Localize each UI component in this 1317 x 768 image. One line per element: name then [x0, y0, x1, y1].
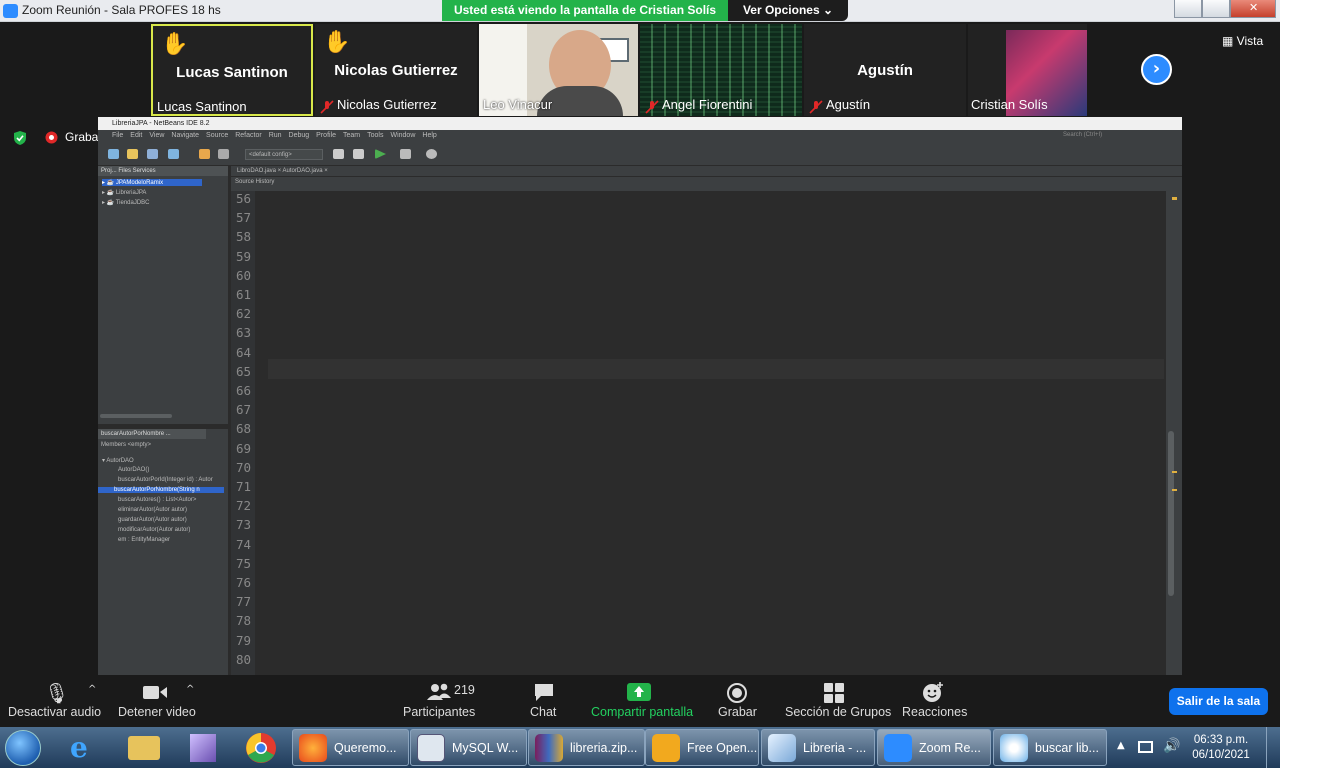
winrar-icon [535, 734, 563, 762]
zoom-icon [3, 4, 18, 18]
netbeans-icon [768, 734, 796, 762]
firefox-icon [299, 734, 327, 762]
muted-mic-icon [645, 100, 659, 114]
window-title: Zoom Reunión - Sala PROFES 18 hs [22, 3, 221, 17]
participant-name-large: Lucas Santinon [176, 64, 288, 81]
raise-hand-icon: ✋ [161, 32, 189, 57]
breakout-label[interactable]: Sección de Grupos [785, 705, 891, 719]
scroll-marker [1172, 489, 1177, 491]
chevron-right-icon: › [1152, 58, 1161, 79]
participant-label: Nicolas Gutierrez [337, 97, 437, 112]
file-explorer-icon[interactable] [128, 736, 160, 760]
record-label[interactable]: Grabar [718, 705, 757, 719]
view-options-label: Ver Opciones [742, 3, 820, 17]
taskbar-item-label: Free Open... [687, 741, 758, 755]
participant-label: Agustín [826, 97, 871, 112]
participant-label: Leo Vinacur [483, 97, 553, 112]
participant-tile[interactable]: ✋ Lucas Santinon Lucas Santinon [151, 24, 313, 116]
reactions-icon[interactable] [922, 681, 944, 703]
taskbar-item[interactable]: Queremo... [292, 729, 409, 766]
video-camera-icon[interactable] [142, 683, 168, 701]
taskbar-item-active[interactable]: Zoom Re... [877, 729, 991, 766]
chat-label[interactable]: Chat [530, 705, 556, 719]
filezilla-icon [652, 734, 680, 762]
start-button[interactable] [5, 730, 41, 766]
microphone-icon[interactable]: 🎙 [44, 681, 69, 705]
video-label[interactable]: Detener video [118, 705, 196, 719]
participant-tile[interactable]: ✋ Nicolas Gutierrez Nicolas Gutierrez [315, 24, 477, 116]
taskbar-item[interactable]: libreria.zip... [528, 729, 645, 766]
participant-tile[interactable]: Agustín Agustín [804, 24, 966, 116]
leave-room-button[interactable]: Salir de la sala [1169, 688, 1268, 715]
participant-tile[interactable]: Cristian Solís [968, 24, 1087, 116]
chevron-up-icon[interactable]: ^ [88, 684, 96, 695]
chevron-up-icon[interactable]: ^ [186, 684, 194, 695]
taskbar-item[interactable]: buscar lib... [993, 729, 1107, 766]
scrollbar-thumb[interactable] [1168, 431, 1174, 596]
minimize-button[interactable] [1174, 0, 1202, 18]
background-strip [1280, 0, 1317, 768]
close-button[interactable]: ✕ [1230, 0, 1276, 18]
view-button[interactable]: ▦ Vista [1222, 34, 1263, 48]
code-area[interactable] [98, 117, 1166, 675]
chat-icon[interactable] [533, 682, 555, 702]
participant-tile[interactable]: Leo Vinacur [479, 24, 638, 116]
close-icon: ✕ [1249, 1, 1259, 14]
participant-label: Lucas Santinon [157, 99, 247, 114]
shield-icon [14, 131, 26, 145]
taskbar-item[interactable]: Free Open... [645, 729, 759, 766]
editor-scrollbar[interactable] [1166, 191, 1182, 675]
participant-label: Cristian Solís [971, 97, 1048, 112]
sharing-banner: Usted está viendo la pantalla de Cristia… [442, 0, 728, 21]
taskbar-item-label: Libreria - ... [803, 741, 867, 755]
internet-explorer-icon[interactable]: e [70, 734, 102, 762]
taskbar-item-label: MySQL W... [452, 741, 519, 755]
taskbar-item[interactable]: Libreria - ... [761, 729, 875, 766]
participant-tile[interactable]: Angel Fiorentini [640, 24, 802, 116]
raise-hand-icon: ✋ [323, 30, 351, 55]
scroll-marker [1172, 471, 1177, 473]
view-label: Vista [1236, 34, 1264, 48]
participants-count: 219 [454, 683, 475, 697]
taskbar-item-label: Queremo... [334, 741, 397, 755]
audio-label[interactable]: Desactivar audio [8, 705, 101, 719]
taskbar-item-label: libreria.zip... [570, 741, 638, 755]
tray-expand-icon[interactable]: ▲ [1117, 740, 1125, 751]
muted-mic-icon [809, 100, 823, 114]
participant-label: Angel Fiorentini [662, 97, 753, 112]
participants-icon[interactable] [426, 682, 452, 702]
zoom-icon [884, 734, 912, 762]
next-page-arrow[interactable]: › [1141, 54, 1172, 85]
mysql-workbench-icon [417, 734, 445, 762]
scroll-marker [1172, 197, 1177, 200]
participant-name-large: Nicolas Gutierrez [334, 62, 458, 79]
app-icon[interactable] [190, 734, 216, 762]
record-icon [45, 131, 58, 144]
maximize-button[interactable] [1202, 0, 1230, 18]
clock[interactable]: 06:33 p.m. 06/10/2021 [1186, 733, 1256, 763]
view-options-button[interactable]: Ver Opciones ⌄ [728, 0, 848, 21]
share-screen-icon[interactable] [627, 683, 651, 701]
clock-time: 06:33 p.m. [1193, 734, 1249, 746]
shared-screen-netbeans: LibreriaJPA - NetBeans IDE 8.2 File Edit V… [98, 117, 1182, 675]
chrome-icon[interactable] [245, 732, 277, 764]
muted-mic-icon [320, 100, 334, 114]
clock-date: 06/10/2021 [1192, 749, 1250, 761]
paint-icon [1000, 734, 1028, 762]
grid-icon: ▦ [1222, 34, 1237, 48]
participant-name-large: Agustín [857, 62, 913, 79]
windows-taskbar: e Queremo... MySQL W... libreria.zip... … [0, 727, 1280, 768]
taskbar-item[interactable]: MySQL W... [410, 729, 527, 766]
record-icon[interactable] [727, 683, 747, 703]
reactions-label[interactable]: Reacciones [902, 705, 967, 719]
volume-icon[interactable]: 🔊 [1163, 738, 1180, 754]
network-icon[interactable] [1138, 741, 1153, 753]
breakout-rooms-icon[interactable] [823, 682, 845, 704]
participants-label[interactable]: Participantes [403, 705, 475, 719]
taskbar-item-label: buscar lib... [1035, 741, 1099, 755]
taskbar-item-label: Zoom Re... [919, 741, 981, 755]
share-screen-label[interactable]: Compartir pantalla [591, 705, 693, 719]
show-desktop-button[interactable] [1266, 727, 1280, 768]
